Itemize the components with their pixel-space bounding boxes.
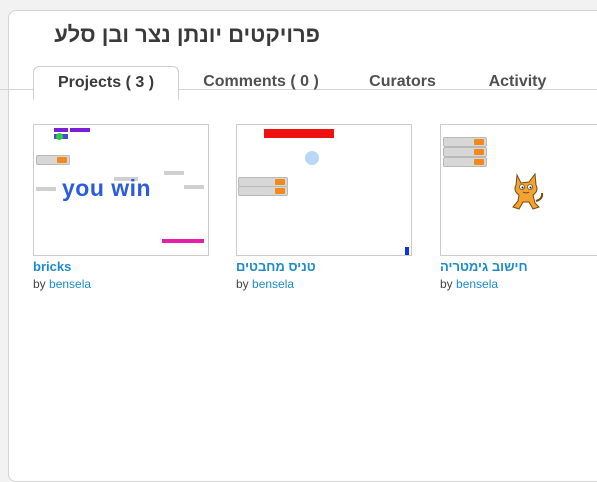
tab-activity[interactable]: Activity	[470, 66, 565, 100]
brick-sprite	[36, 187, 56, 191]
paddle-sprite	[162, 239, 204, 243]
gallery-title: פרויקטים יונתן נצר ובן סלע	[54, 22, 320, 47]
by-label: by	[236, 277, 249, 291]
author-link[interactable]: bensela	[456, 277, 498, 291]
author-link[interactable]: bensela	[49, 277, 91, 291]
by-label: by	[440, 277, 453, 291]
variable-monitor	[443, 147, 487, 157]
project-title-link[interactable]: חישוב גימטריה	[440, 259, 597, 274]
project-thumbnail[interactable]	[440, 124, 597, 256]
variable-monitor	[443, 157, 487, 167]
project-title-link[interactable]: bricks	[33, 259, 209, 274]
tab-projects[interactable]: Projects ( 3 )	[33, 66, 179, 100]
by-label: by	[33, 277, 46, 291]
brick-sprite	[70, 128, 90, 132]
paddle-top-sprite	[264, 129, 334, 138]
ball-sprite	[305, 151, 319, 165]
variable-monitor	[36, 155, 70, 165]
cat-sprite-icon	[512, 172, 544, 210]
project-thumbnail[interactable]	[236, 124, 412, 256]
project-byline: by bensela	[33, 277, 209, 291]
tab-comments[interactable]: Comments ( 0 )	[186, 66, 336, 100]
project-thumbnail[interactable]: you win	[33, 124, 209, 256]
project-byline: by bensela	[440, 277, 597, 291]
ball-sprite	[56, 133, 63, 140]
project-card-bricks: you win bricks by bensela	[33, 124, 209, 291]
author-link[interactable]: bensela	[252, 277, 294, 291]
brick-sprite	[164, 171, 184, 175]
paddle-side-sprite	[405, 247, 409, 255]
variable-monitor	[238, 186, 288, 196]
project-byline: by bensela	[236, 277, 412, 291]
variable-monitor	[443, 137, 487, 147]
tab-curators[interactable]: Curators	[350, 66, 455, 100]
project-card-gematria: חישוב גימטריה by bensela	[440, 124, 597, 291]
project-title-link[interactable]: טניס מחבטים	[236, 259, 412, 274]
project-card-tennis: טניס מחבטים by bensela	[236, 124, 412, 291]
brick-sprite	[54, 128, 68, 132]
you-win-text: you win	[62, 175, 152, 201]
brick-sprite	[184, 185, 204, 189]
